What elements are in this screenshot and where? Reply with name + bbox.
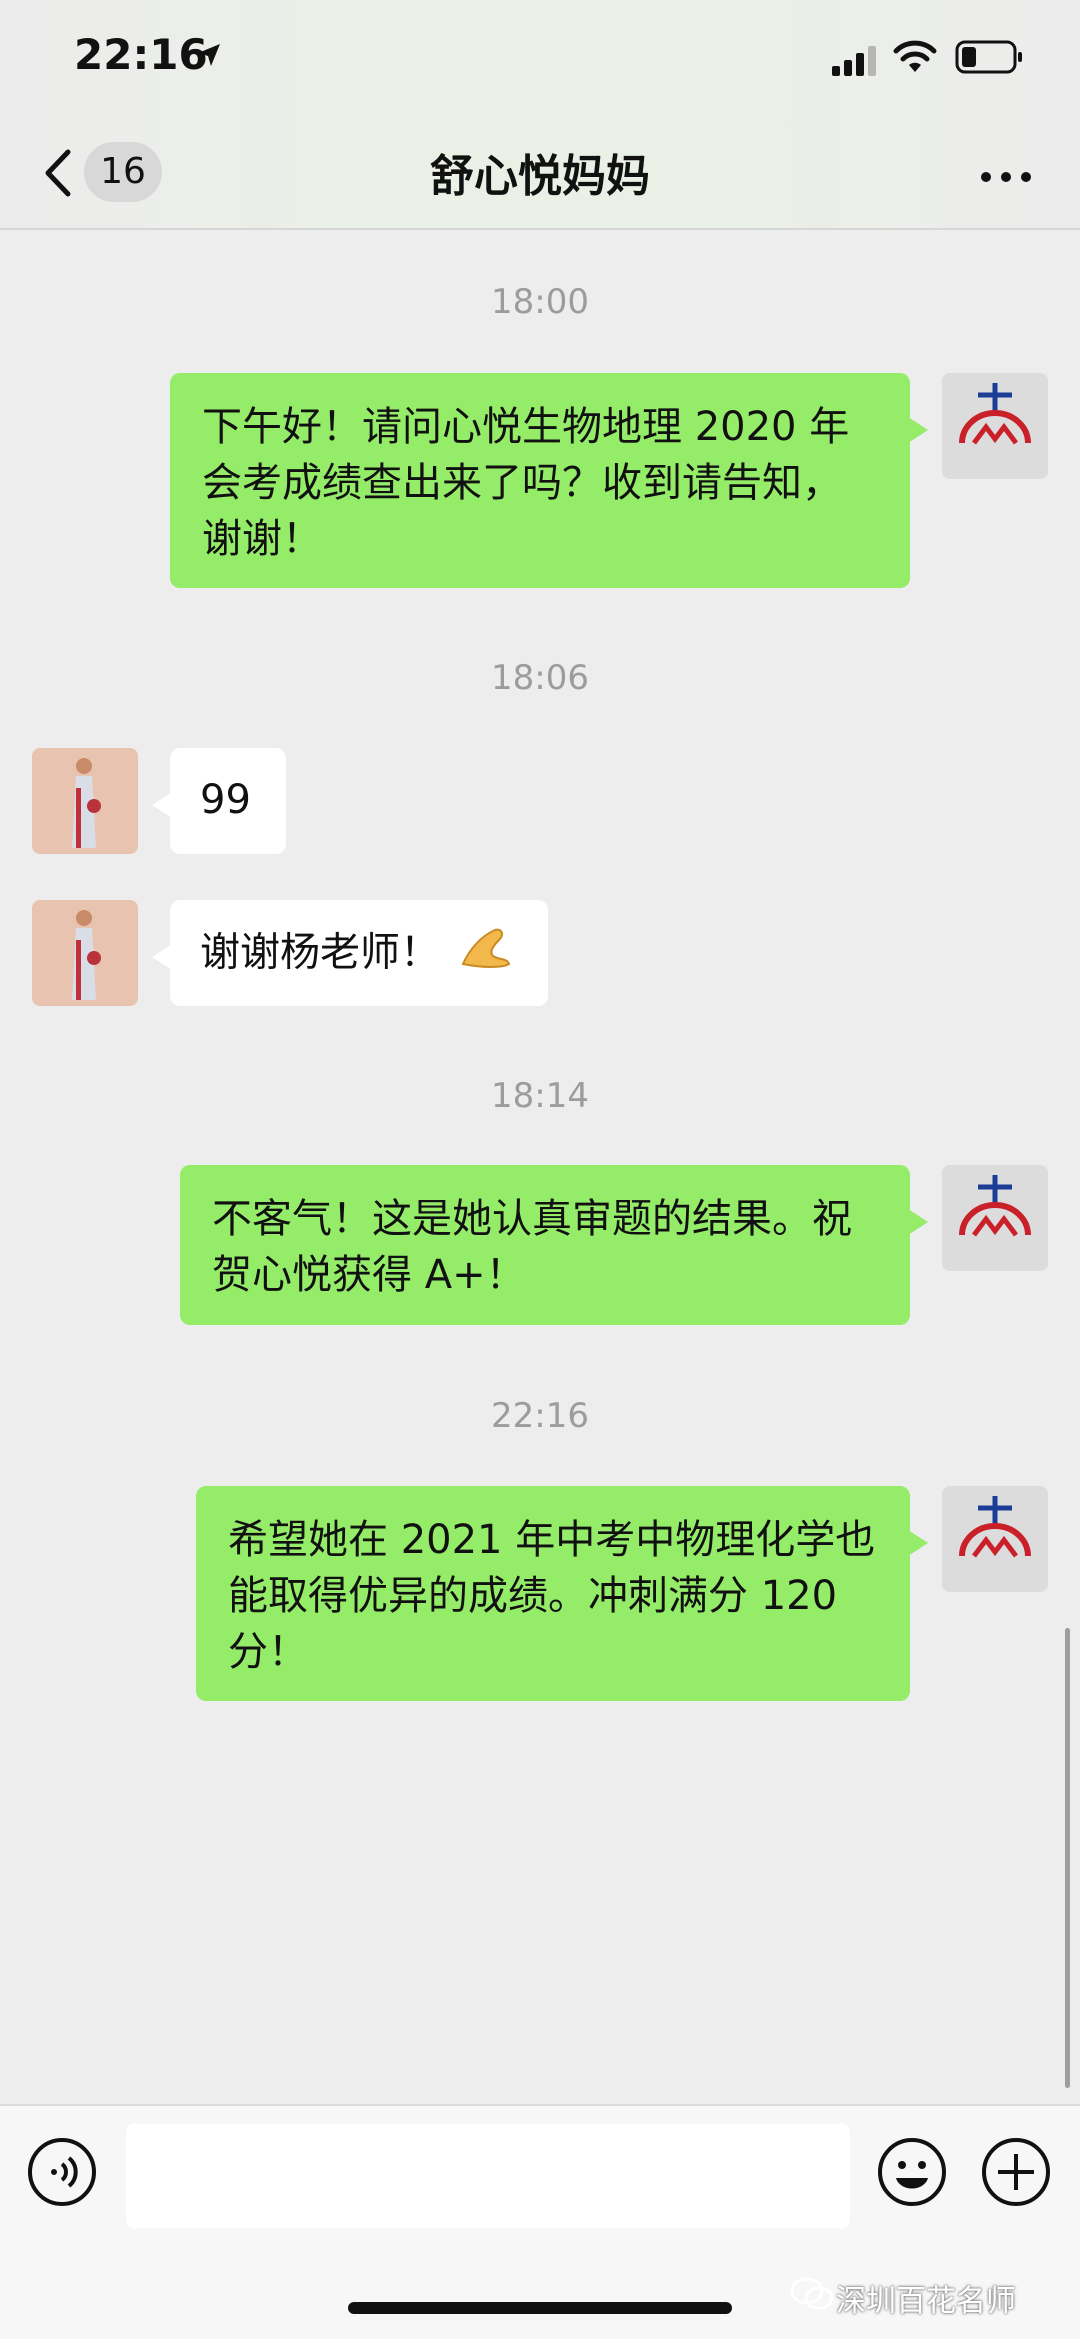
signal-icon [832, 44, 880, 80]
message-text: 99 [200, 777, 251, 823]
timestamp: 18:00 [491, 282, 589, 322]
more-icon[interactable] [980, 168, 1032, 187]
timestamp: 18:06 [491, 658, 589, 698]
outgoing-message[interactable]: 不客气！这是她认真审题的结果。祝贺心悦获得 A+！ [180, 1165, 928, 1325]
scrollbar[interactable] [1065, 1628, 1070, 2088]
timestamp: 18:14 [491, 1076, 589, 1116]
my-avatar[interactable] [942, 373, 1048, 479]
emoji-icon[interactable] [876, 2136, 948, 2212]
status-time: 22:16 [74, 30, 208, 79]
ok-hand-emoji-icon [459, 924, 513, 985]
message-text: 下午好！请问心悦生物地理 2020 年会考成绩查出来了吗？收到请告知，谢谢！ [202, 404, 850, 562]
message-input[interactable] [126, 2124, 850, 2228]
incoming-message[interactable]: 谢谢杨老师！ [152, 900, 548, 1006]
add-icon[interactable] [980, 2136, 1052, 2212]
voice-icon[interactable] [26, 2136, 98, 2212]
back-chevron-icon[interactable] [42, 148, 72, 202]
timestamp: 22:16 [491, 1396, 589, 1436]
top-bar: 22:16 16 舒心悦妈妈 [0, 0, 1080, 230]
watermark-icon [790, 2276, 834, 2316]
incoming-message[interactable]: 99 [152, 748, 286, 854]
message-text: 希望她在 2021 年中考中物理化学也能取得优异的成绩。冲刺满分 120 分！ [228, 1517, 876, 1675]
battery-icon [955, 40, 1025, 78]
contact-avatar[interactable] [32, 900, 138, 1006]
message-text: 不客气！这是她认真审题的结果。祝贺心悦获得 A+！ [212, 1196, 852, 1298]
outgoing-message[interactable]: 希望她在 2021 年中考中物理化学也能取得优异的成绩。冲刺满分 120 分！ [196, 1486, 928, 1701]
wifi-icon [893, 38, 937, 78]
my-avatar[interactable] [942, 1165, 1048, 1271]
contact-avatar[interactable] [32, 748, 138, 854]
home-indicator[interactable] [348, 2302, 732, 2314]
chat-title: 舒心悦妈妈 [430, 151, 650, 202]
watermark-text: 深圳百花名师 [836, 2284, 1016, 2319]
my-avatar[interactable] [942, 1486, 1048, 1592]
location-arrow-icon [196, 42, 222, 72]
message-text: 谢谢杨老师！ [200, 929, 440, 976]
unread-count-badge[interactable]: 16 [84, 142, 162, 202]
outgoing-message[interactable]: 下午好！请问心悦生物地理 2020 年会考成绩查出来了吗？收到请告知，谢谢！ [170, 373, 928, 588]
